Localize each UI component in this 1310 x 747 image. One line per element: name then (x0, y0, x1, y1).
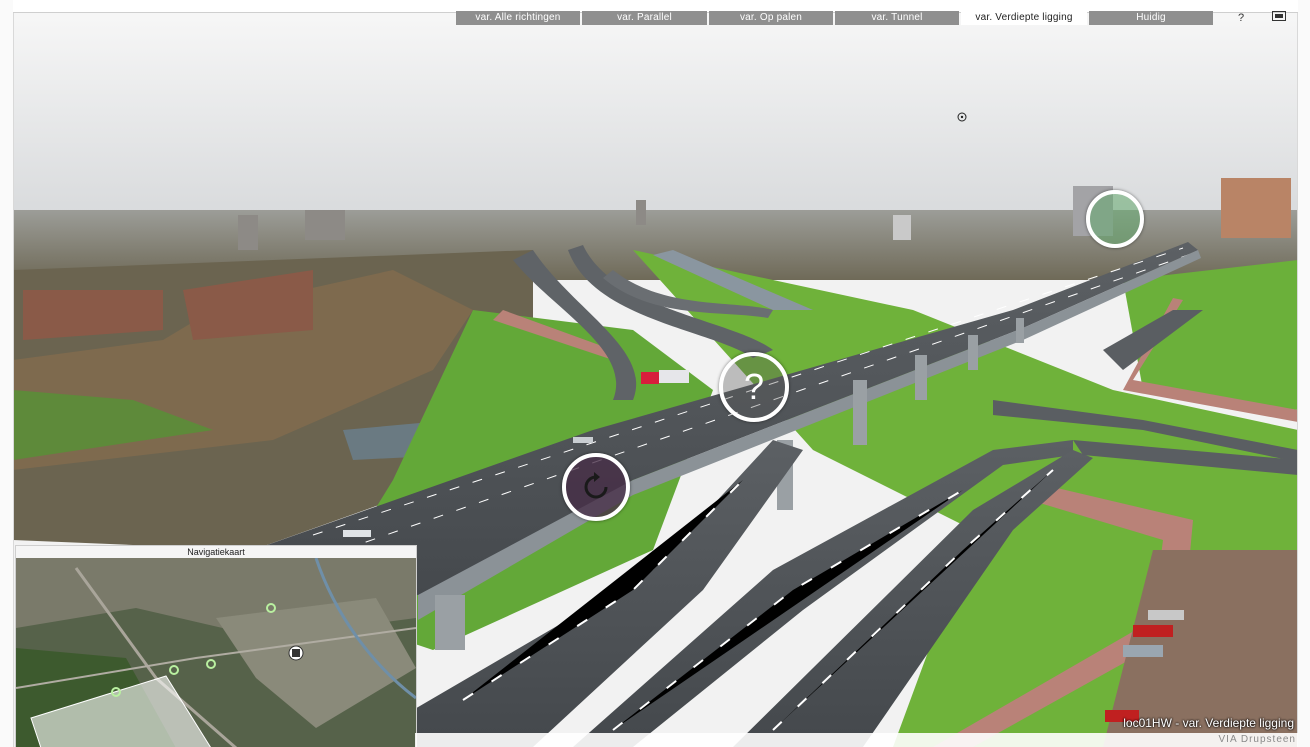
tab-verdiepte-ligging[interactable]: var. Verdiepte ligging (961, 11, 1087, 25)
navigation-map[interactable]: Navigatiekaart (15, 545, 417, 747)
viewer-frame-left (0, 0, 14, 747)
help-button[interactable]: ? (1232, 11, 1250, 25)
tab-op-palen[interactable]: var. Op palen (709, 11, 833, 25)
tab-parallel[interactable]: var. Parallel (582, 11, 707, 25)
rotate-hotspot[interactable] (562, 453, 630, 521)
fullscreen-icon (1272, 11, 1286, 21)
help-hotspot[interactable]: ? (719, 352, 789, 422)
tab-huidig[interactable]: Huidig (1089, 11, 1213, 25)
brand-logo: VIA Drupsteen (1218, 734, 1296, 745)
navigation-map-title: Navigatiekaart (16, 546, 416, 558)
panorama-viewer[interactable]: var. Alle richtingen var. Parallel var. … (0, 0, 1310, 747)
fullscreen-button[interactable] (1268, 11, 1290, 25)
tab-tunnel[interactable]: var. Tunnel (835, 11, 959, 25)
variant-tabs: var. Alle richtingen var. Parallel var. … (456, 11, 1215, 25)
location-hotspot[interactable] (1086, 190, 1144, 248)
crosshair-cursor-icon (957, 112, 967, 122)
navigation-map-image[interactable] (16, 558, 416, 747)
bottom-bar (415, 733, 1298, 747)
tab-alle-richtingen[interactable]: var. Alle richtingen (456, 11, 580, 25)
viewer-frame-right (1297, 0, 1310, 747)
help-hotspot-icon: ? (743, 366, 765, 407)
location-caption: loc01HW - var. Verdiepte ligging (1123, 716, 1294, 730)
rotate-icon (584, 472, 608, 499)
